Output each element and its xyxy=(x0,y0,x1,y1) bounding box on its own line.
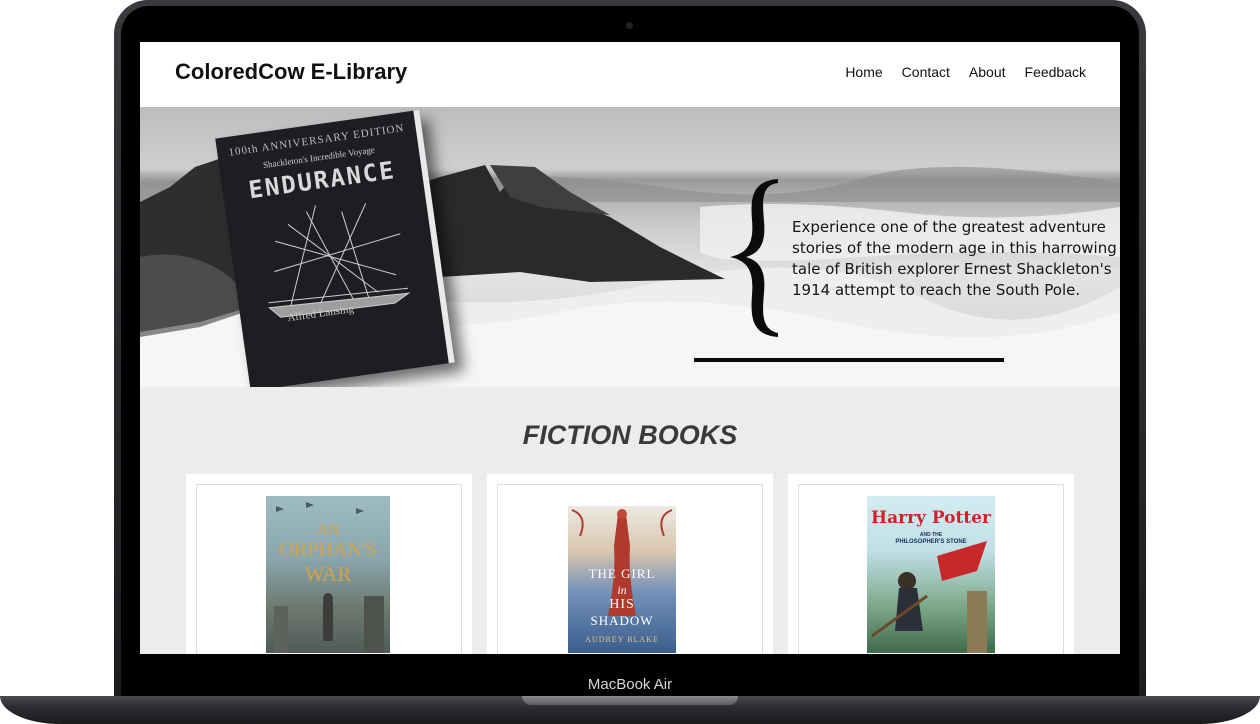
hero-divider xyxy=(694,358,1004,362)
nav-feedback[interactable]: Feedback xyxy=(1025,64,1086,80)
site-header: ColoredCow E-Library Home Contact About … xyxy=(140,42,1120,107)
cover-line-1: THE GIRL xyxy=(588,566,656,581)
laptop-mockup: ColoredCow E-Library Home Contact About … xyxy=(0,0,1260,724)
book-card[interactable]: AN ORPHAN'S WAR xyxy=(186,474,472,654)
site-logo[interactable]: ColoredCow E-Library xyxy=(175,59,407,85)
nav-contact[interactable]: Contact xyxy=(902,64,950,80)
cover-line-1: AN xyxy=(316,522,340,539)
cover-line-1: Harry Potter xyxy=(871,508,991,528)
book-cover-girl-in-his-shadow[interactable]: THE GIRL in HIS SHADOW AUDREY BLAKE xyxy=(568,506,676,653)
browser-screen: ColoredCow E-Library Home Contact About … xyxy=(140,42,1120,654)
cover-line-2: ORPHAN'S xyxy=(279,539,377,561)
hero-banner: 100th ANNIVERSARY EDITION Shackleton's I… xyxy=(140,107,1120,387)
model-label: MacBook Air xyxy=(587,676,673,693)
main-nav: Home Contact About Feedback xyxy=(845,64,1086,80)
book-cover-harry-potter[interactable]: Harry Potter AND THE PHILOSOPHER'S STONE xyxy=(867,496,995,653)
cover-line-2: AND THE xyxy=(919,532,943,538)
book-card-inner: AN ORPHAN'S WAR xyxy=(196,484,462,654)
nav-home[interactable]: Home xyxy=(845,64,882,80)
cover-line-2: in xyxy=(617,583,627,597)
nav-about[interactable]: About xyxy=(969,64,1006,80)
cover-line-3: PHILOSOPHER'S STONE xyxy=(895,539,967,545)
book-card[interactable]: Harry Potter AND THE PHILOSOPHER'S STONE xyxy=(788,474,1074,654)
hero-description: Experience one of the greatest adventure… xyxy=(792,218,1117,299)
camera-dot xyxy=(626,22,633,29)
book-card[interactable]: THE GIRL in HIS SHADOW AUDREY BLAKE xyxy=(487,474,773,654)
curly-brace-icon xyxy=(730,179,778,337)
cover-author: AUDREY BLAKE xyxy=(585,635,659,644)
book-card-inner: Harry Potter AND THE PHILOSOPHER'S STONE xyxy=(798,484,1064,654)
book-card-inner: THE GIRL in HIS SHADOW AUDREY BLAKE xyxy=(497,484,763,654)
cover-line-4: SHADOW xyxy=(590,613,654,628)
book-cover-orphans-war[interactable]: AN ORPHAN'S WAR xyxy=(266,496,390,653)
endurance-book-cover[interactable]: 100th ANNIVERSARY EDITION Shackleton's I… xyxy=(215,109,455,387)
cover-line-3: HIS xyxy=(609,597,635,612)
cover-line-3: WAR xyxy=(304,562,352,586)
ship-illustration xyxy=(268,203,411,318)
section-title: FICTION BOOKS xyxy=(522,420,738,450)
laptop-notch xyxy=(522,696,738,705)
